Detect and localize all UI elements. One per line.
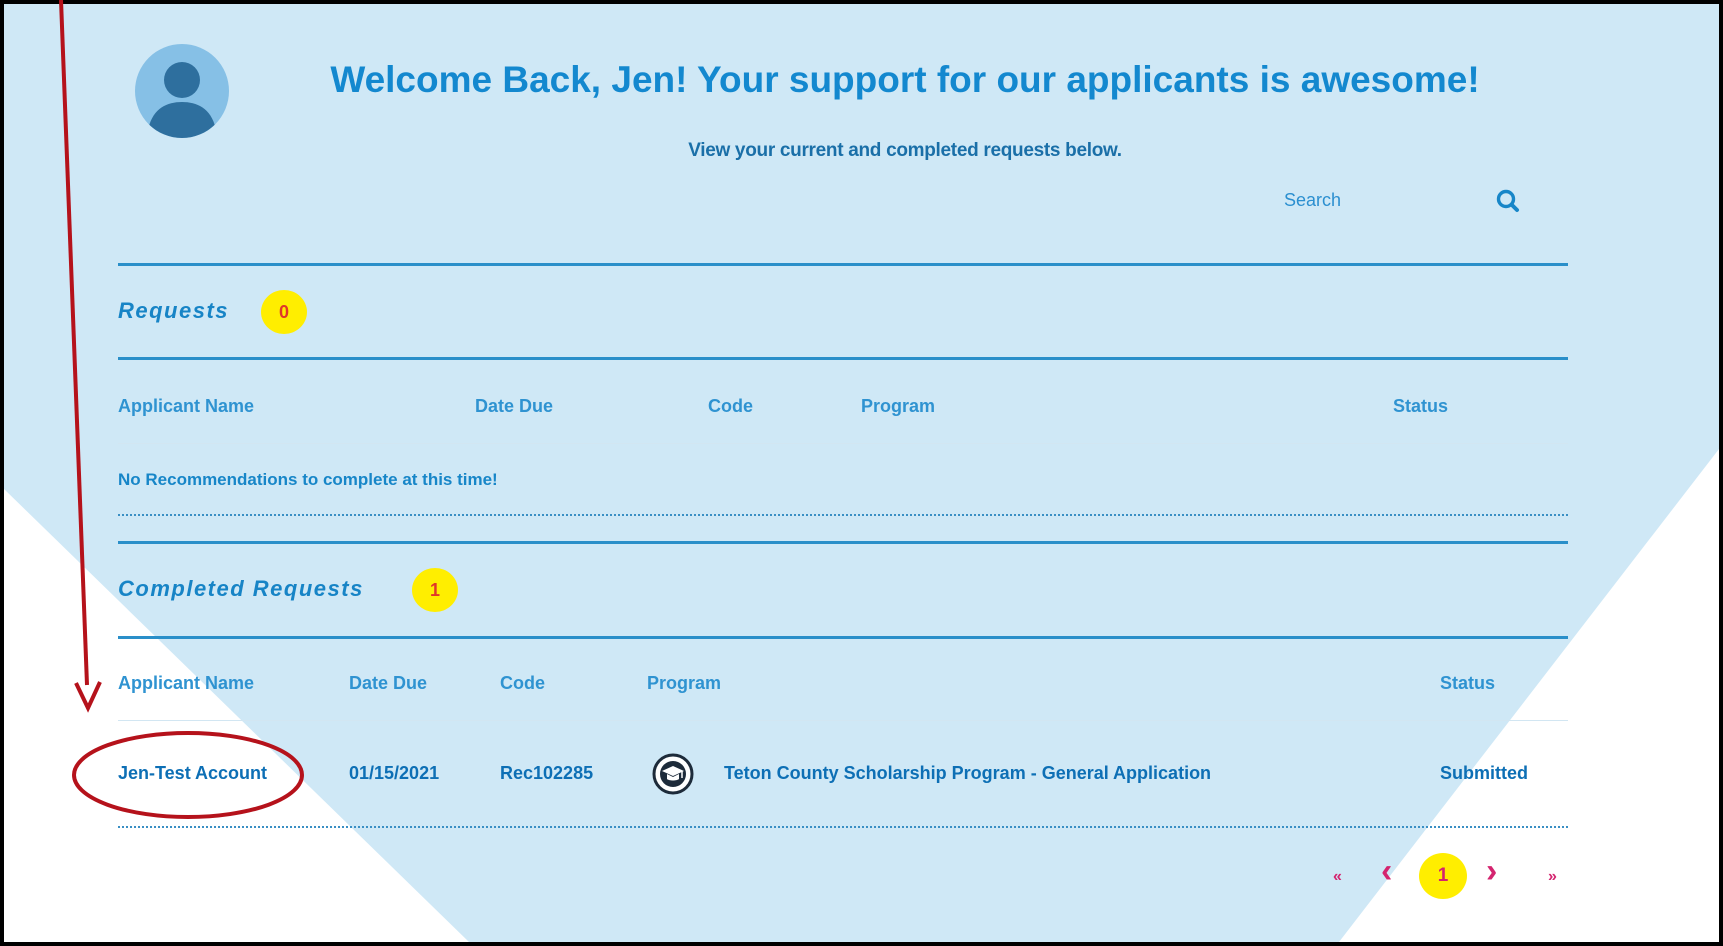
first-page-button[interactable]: « <box>1333 868 1342 886</box>
welcome-subtitle: View your current and completed requests… <box>688 140 1122 161</box>
table-header-divider <box>118 720 1568 721</box>
divider <box>118 636 1568 639</box>
user-icon <box>147 62 217 138</box>
prev-page-button[interactable]: ‹ <box>1381 852 1392 891</box>
status-cell: Submitted <box>1440 763 1528 783</box>
divider <box>118 541 1568 544</box>
requests-col-date-due[interactable]: Date Due <box>475 396 553 417</box>
requests-col-program[interactable]: Program <box>861 396 935 417</box>
completed-col-applicant-name[interactable]: Applicant Name <box>118 673 254 694</box>
requests-empty-message: No Recommendations to complete at this t… <box>118 470 498 489</box>
completed-col-status[interactable]: Status <box>1440 673 1495 694</box>
page-1-button[interactable]: 1 <box>1419 853 1467 899</box>
code-cell: Rec102285 <box>500 763 594 783</box>
row-divider <box>118 826 1568 828</box>
requests-col-status[interactable]: Status <box>1393 396 1448 417</box>
graduation-cap-icon <box>652 753 694 795</box>
completed-col-code[interactable]: Code <box>500 673 545 694</box>
date-due-cell: 01/15/2021 <box>349 763 440 783</box>
requests-col-applicant-name[interactable]: Applicant Name <box>118 396 254 417</box>
requests-col-code[interactable]: Code <box>708 396 753 417</box>
search-icon <box>1496 189 1519 212</box>
completed-col-date-due[interactable]: Date Due <box>349 673 427 694</box>
welcome-heading: Welcome Back, Jen! Your support for our … <box>330 59 1480 100</box>
search-button[interactable] <box>1494 188 1524 216</box>
divider <box>118 263 1568 266</box>
requests-section-title: Requests <box>118 298 230 323</box>
recommender-dashboard: Welcome Back, Jen! Your support for our … <box>0 0 1723 946</box>
completed-section-title: Completed Requests <box>118 576 364 601</box>
avatar <box>135 44 229 138</box>
last-page-button[interactable]: » <box>1548 868 1557 886</box>
search-input[interactable]: Search <box>1284 190 1341 211</box>
next-page-button[interactable]: › <box>1486 852 1497 891</box>
table-header-divider <box>118 443 1568 444</box>
program-link[interactable]: Teton County Scholarship Program - Gener… <box>724 763 1211 784</box>
applicant-name-link[interactable]: Jen-Test Account <box>118 763 267 784</box>
completed-col-program[interactable]: Program <box>647 673 721 694</box>
divider <box>118 357 1568 360</box>
requests-count-badge: 0 <box>261 290 307 334</box>
completed-count-badge: 1 <box>412 568 458 612</box>
row-divider <box>118 514 1568 516</box>
